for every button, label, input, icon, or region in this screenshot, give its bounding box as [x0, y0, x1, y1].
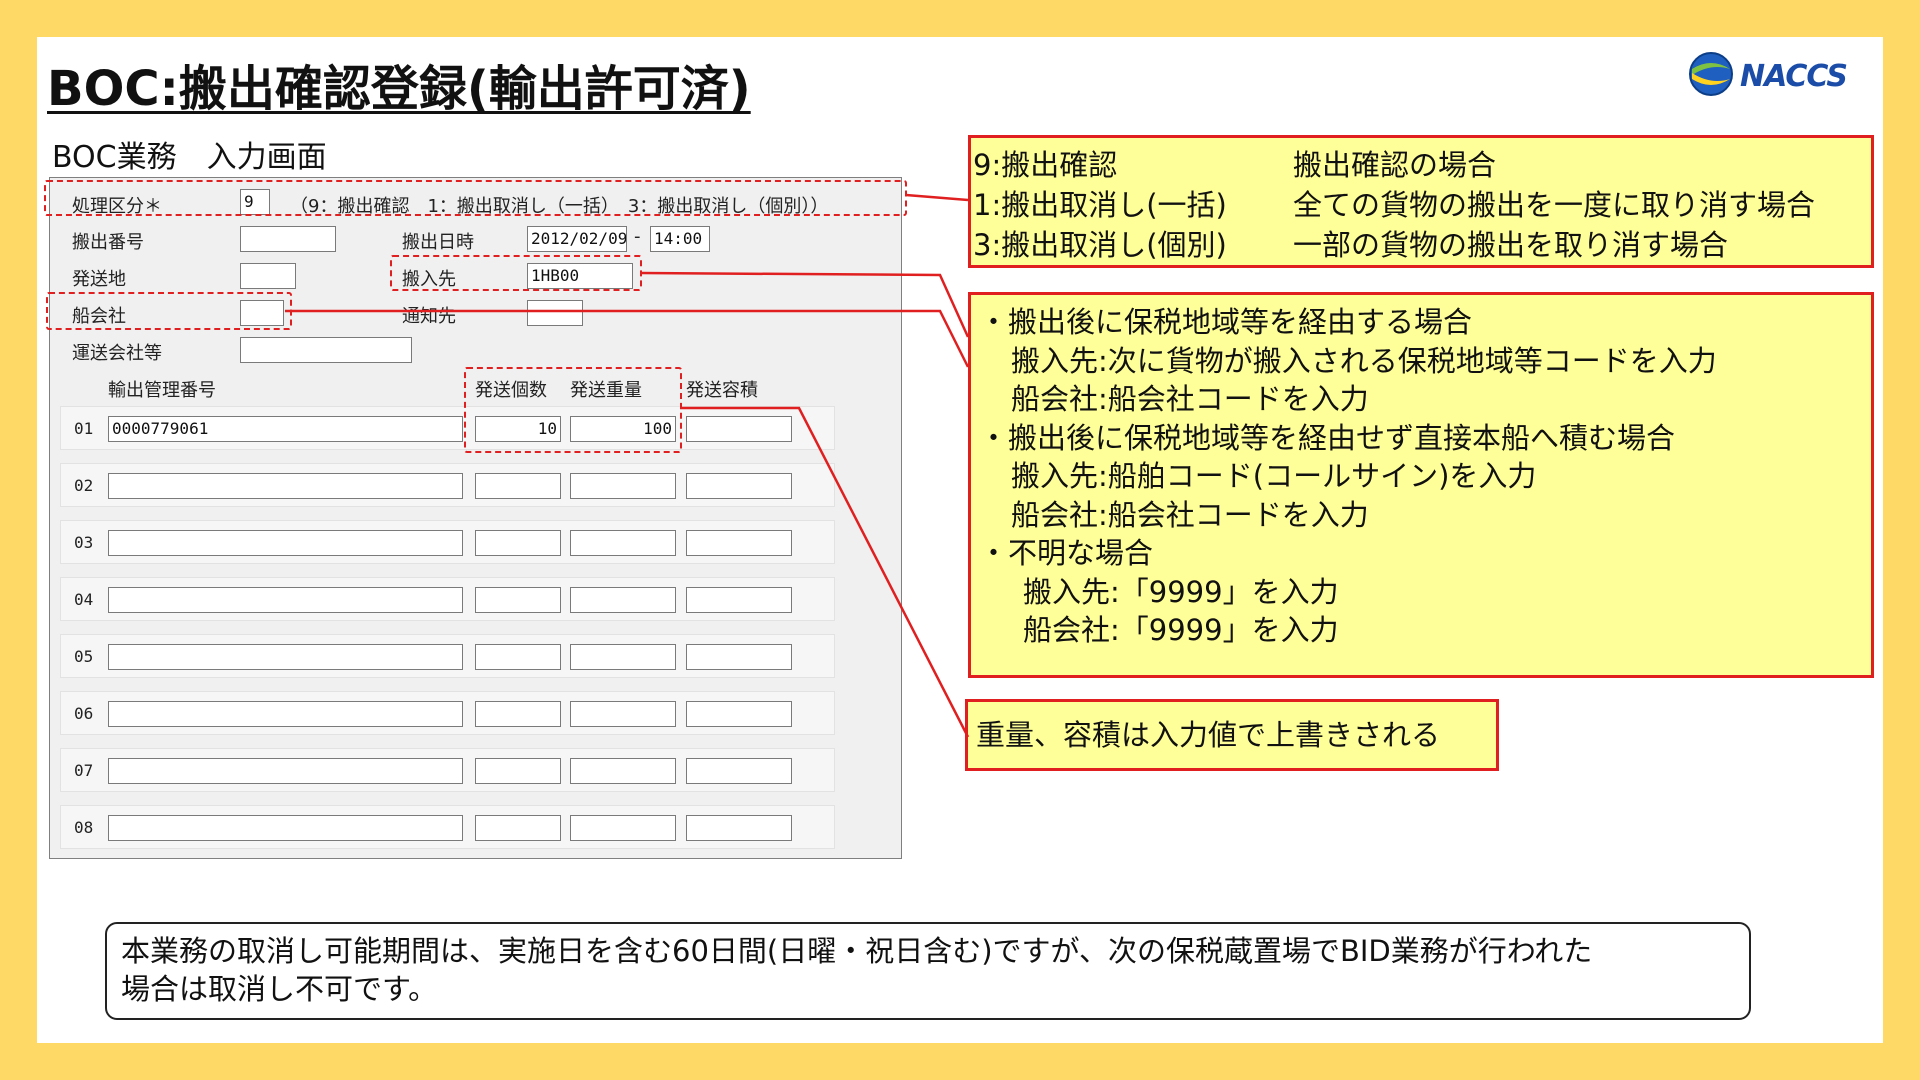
connector-lines — [285, 193, 970, 738]
slide: BOC:搬出確認登録(輸出許可済) NACCS BOC業務 入力画面 処理区分＊… — [37, 37, 1883, 1043]
footer-line-1: 本業務の取消し可能期間は、実施日を含む60日間(日曜・祝日含む)ですが、次の保税… — [121, 934, 1593, 968]
footer-note: 本業務の取消し可能期間は、実施日を含む60日間(日曜・祝日含む)ですが、次の保税… — [105, 922, 1751, 1020]
footer-line-2: 場合は取消し不可です。 — [121, 972, 438, 1006]
